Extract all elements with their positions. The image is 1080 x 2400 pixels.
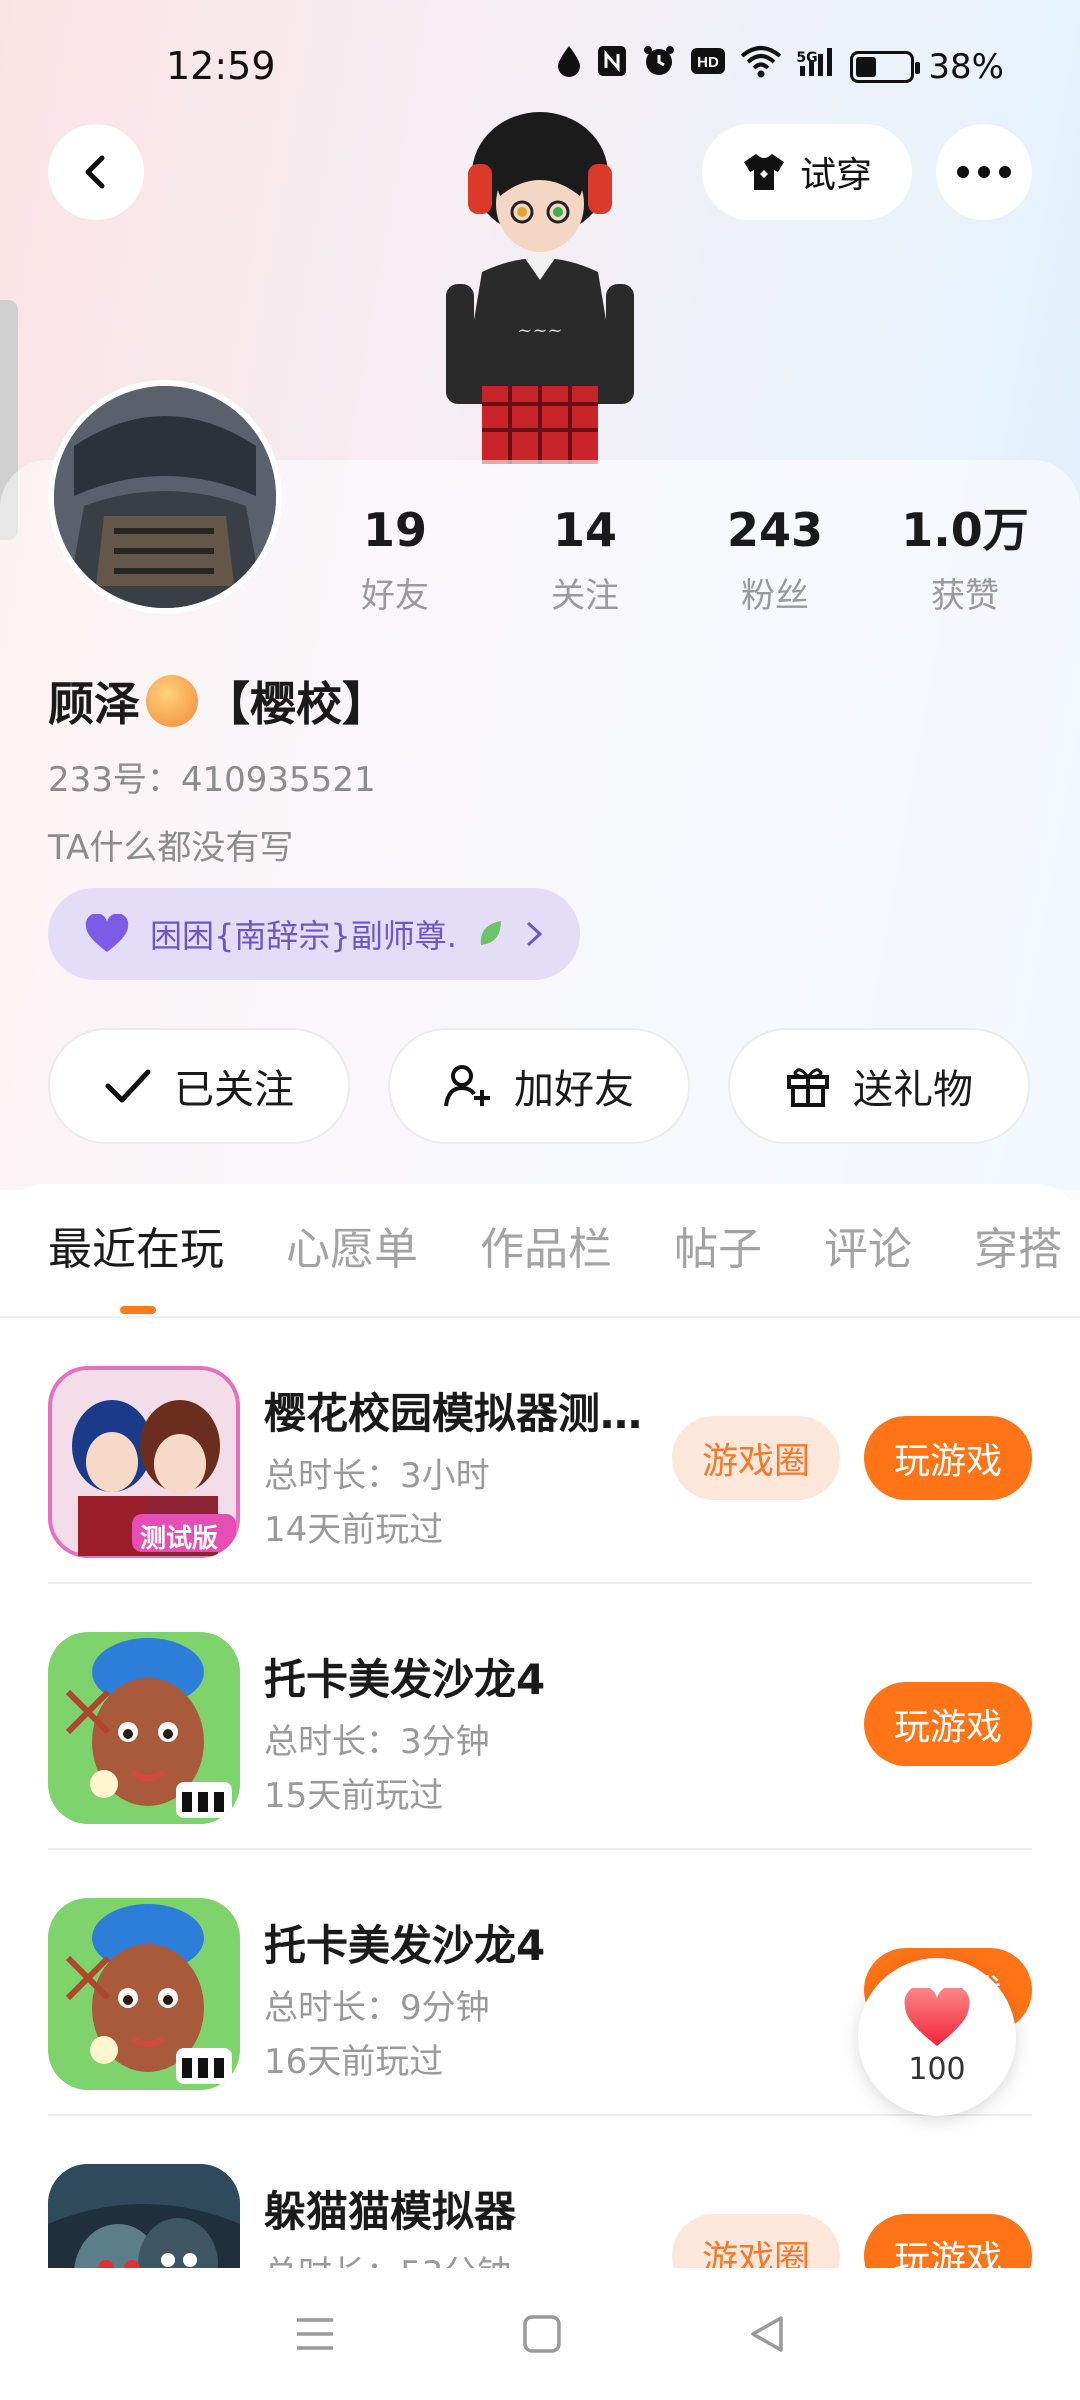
stat-label: 关注 <box>551 576 619 616</box>
battery-fill <box>856 56 877 77</box>
battery-icon <box>850 50 921 83</box>
stat-value: 1.0万 <box>901 503 1029 557</box>
game-title: 躲猫猫模拟器 <box>264 2187 517 2236</box>
hd-icon: HD <box>690 46 726 87</box>
alarm-icon <box>642 44 676 89</box>
play-game-button[interactable]: 玩游戏 <box>864 2214 1032 2268</box>
tab-posts[interactable]: 帖子 <box>674 1218 762 1282</box>
game-duration: 总时长：3分钟 <box>264 1722 490 1762</box>
send-gift-button[interactable]: 送礼物 <box>728 1028 1030 1144</box>
heart-icon <box>904 1987 970 2046</box>
system-nav-bar <box>0 2268 1080 2400</box>
game-icon-badge: 测试版 <box>140 1524 219 1554</box>
user-avatar[interactable] <box>48 380 282 614</box>
battery-percent: 38% <box>928 46 1004 87</box>
status-icons: HD 5G 38% <box>556 44 1004 89</box>
svg-text:~~~: ~~~ <box>517 320 562 341</box>
game-circle-button[interactable]: 游戏圈 <box>672 2214 840 2268</box>
stat-friends[interactable]: 19 好友 <box>300 500 490 617</box>
profile-tabs: 最近在玩 心愿单 作品栏 帖子 评论 穿搭 <box>48 1218 1080 1282</box>
more-options-button[interactable] <box>936 124 1032 220</box>
user-name: 顾泽 【樱校】 <box>48 668 388 734</box>
game-list: 测试版 樱花校园模拟器测... 总时长：3小时 14天前玩过 游戏圈 玩游戏 托… <box>0 1318 1080 2268</box>
game-circle-button[interactable]: 游戏圈 <box>672 1416 840 1500</box>
play-game-button[interactable]: 玩游戏 <box>864 1416 1032 1500</box>
home-square-icon[interactable] <box>522 2314 562 2354</box>
stat-label: 获赞 <box>931 576 999 616</box>
check-icon <box>105 1069 151 1103</box>
svg-text:HD: HD <box>698 54 720 71</box>
like-count: 100 <box>908 2051 966 2087</box>
game-title: 托卡美发沙龙4 <box>264 1655 546 1704</box>
followed-button[interactable]: 已关注 <box>48 1028 350 1144</box>
game-item[interactable]: 托卡美发沙龙4 总时长：3分钟 15天前玩过 玩游戏 <box>0 1584 1080 1850</box>
stat-label: 粉丝 <box>741 576 809 616</box>
profile-stats: 19 好友 14 关注 243 粉丝 1.0万 获赞 <box>300 500 1060 617</box>
stat-value: 19 <box>362 503 427 557</box>
tab-works[interactable]: 作品栏 <box>480 1218 612 1282</box>
tab-recently-played[interactable]: 最近在玩 <box>48 1218 224 1282</box>
user-id: 233号：410935521 <box>48 760 376 800</box>
wifi-icon <box>740 44 782 89</box>
try-on-button[interactable]: 试穿 <box>702 124 912 220</box>
user-name-suffix: 【樱校】 <box>204 677 388 731</box>
stat-value: 243 <box>726 503 824 557</box>
action-row: 已关注 加好友 送礼物 <box>48 1028 1030 1144</box>
status-time: 12:59 <box>166 44 276 88</box>
game-duration: 总时长：9分钟 <box>264 1988 490 2028</box>
menu-icon[interactable] <box>293 2314 337 2354</box>
game-icon-hide-seek[interactable] <box>48 2164 240 2268</box>
add-user-icon <box>444 1065 490 1107</box>
game-icon-sakura[interactable]: 测试版 <box>48 1366 240 1558</box>
avatar-3d-figure[interactable]: ~~~ <box>430 104 650 464</box>
stat-value: 14 <box>552 503 617 557</box>
heart-icon <box>85 914 129 952</box>
gift-icon <box>787 1068 829 1107</box>
game-last-played: 16天前玩过 <box>264 2042 444 2082</box>
game-duration: 总时长：3小时 <box>264 1456 490 1496</box>
guild-badge[interactable]: 困困{南辞宗}副师尊. <box>48 888 580 980</box>
water-drop-icon <box>556 44 582 89</box>
game-item[interactable]: 躲猫猫模拟器 总时长：53分钟 游戏圈 玩游戏 <box>0 2116 1080 2268</box>
back-triangle-icon[interactable] <box>747 2314 787 2354</box>
user-bio: TA什么都没有写 <box>48 828 294 868</box>
game-item[interactable]: 测试版 樱花校园模拟器测... 总时长：3小时 14天前玩过 游戏圈 玩游戏 <box>0 1318 1080 1584</box>
game-last-played: 15天前玩过 <box>264 1776 444 1816</box>
tab-comments[interactable]: 评论 <box>824 1218 912 1282</box>
game-icon-toca-hair[interactable] <box>48 1632 240 1824</box>
guild-label: 困困{南辞宗}副师尊. <box>150 917 457 955</box>
game-title: 托卡美发沙龙4 <box>264 1921 546 1970</box>
nfc-icon <box>596 44 628 89</box>
network-type-label: 5G <box>796 50 818 66</box>
chevron-right-icon <box>526 921 543 947</box>
try-on-label: 试穿 <box>799 155 872 196</box>
tab-wishlist[interactable]: 心愿单 <box>286 1218 418 1282</box>
active-tab-indicator <box>120 1306 156 1314</box>
game-title: 樱花校园模拟器测... <box>264 1389 644 1438</box>
hot-face-emoji-icon <box>146 675 198 727</box>
add-friend-button[interactable]: 加好友 <box>388 1028 690 1144</box>
tab-outfits[interactable]: 穿搭 <box>974 1218 1062 1282</box>
stat-label: 好友 <box>361 576 429 616</box>
cellular-signal-icon: 5G <box>796 44 836 89</box>
send-gift-label: 送礼物 <box>853 1067 973 1113</box>
add-friend-label: 加好友 <box>514 1067 634 1113</box>
stat-fans[interactable]: 243 粉丝 <box>680 500 870 617</box>
leaf-icon <box>480 921 501 945</box>
chevron-left-icon <box>85 155 105 189</box>
stat-likes[interactable]: 1.0万 获赞 <box>870 500 1060 617</box>
back-button[interactable] <box>48 124 144 220</box>
user-name-prefix: 顾泽 <box>48 677 140 731</box>
tshirt-icon <box>743 154 784 190</box>
more-dots-icon <box>957 166 1011 178</box>
game-last-played: 14天前玩过 <box>264 1510 444 1550</box>
like-float-button[interactable]: 100 <box>858 1958 1016 2116</box>
game-icon-toca-hair[interactable] <box>48 1898 240 2090</box>
stat-following[interactable]: 14 关注 <box>490 500 680 617</box>
followed-label: 已关注 <box>174 1067 294 1113</box>
game-duration: 总时长：53分钟 <box>264 2246 511 2268</box>
play-game-button[interactable]: 玩游戏 <box>864 1682 1032 1766</box>
